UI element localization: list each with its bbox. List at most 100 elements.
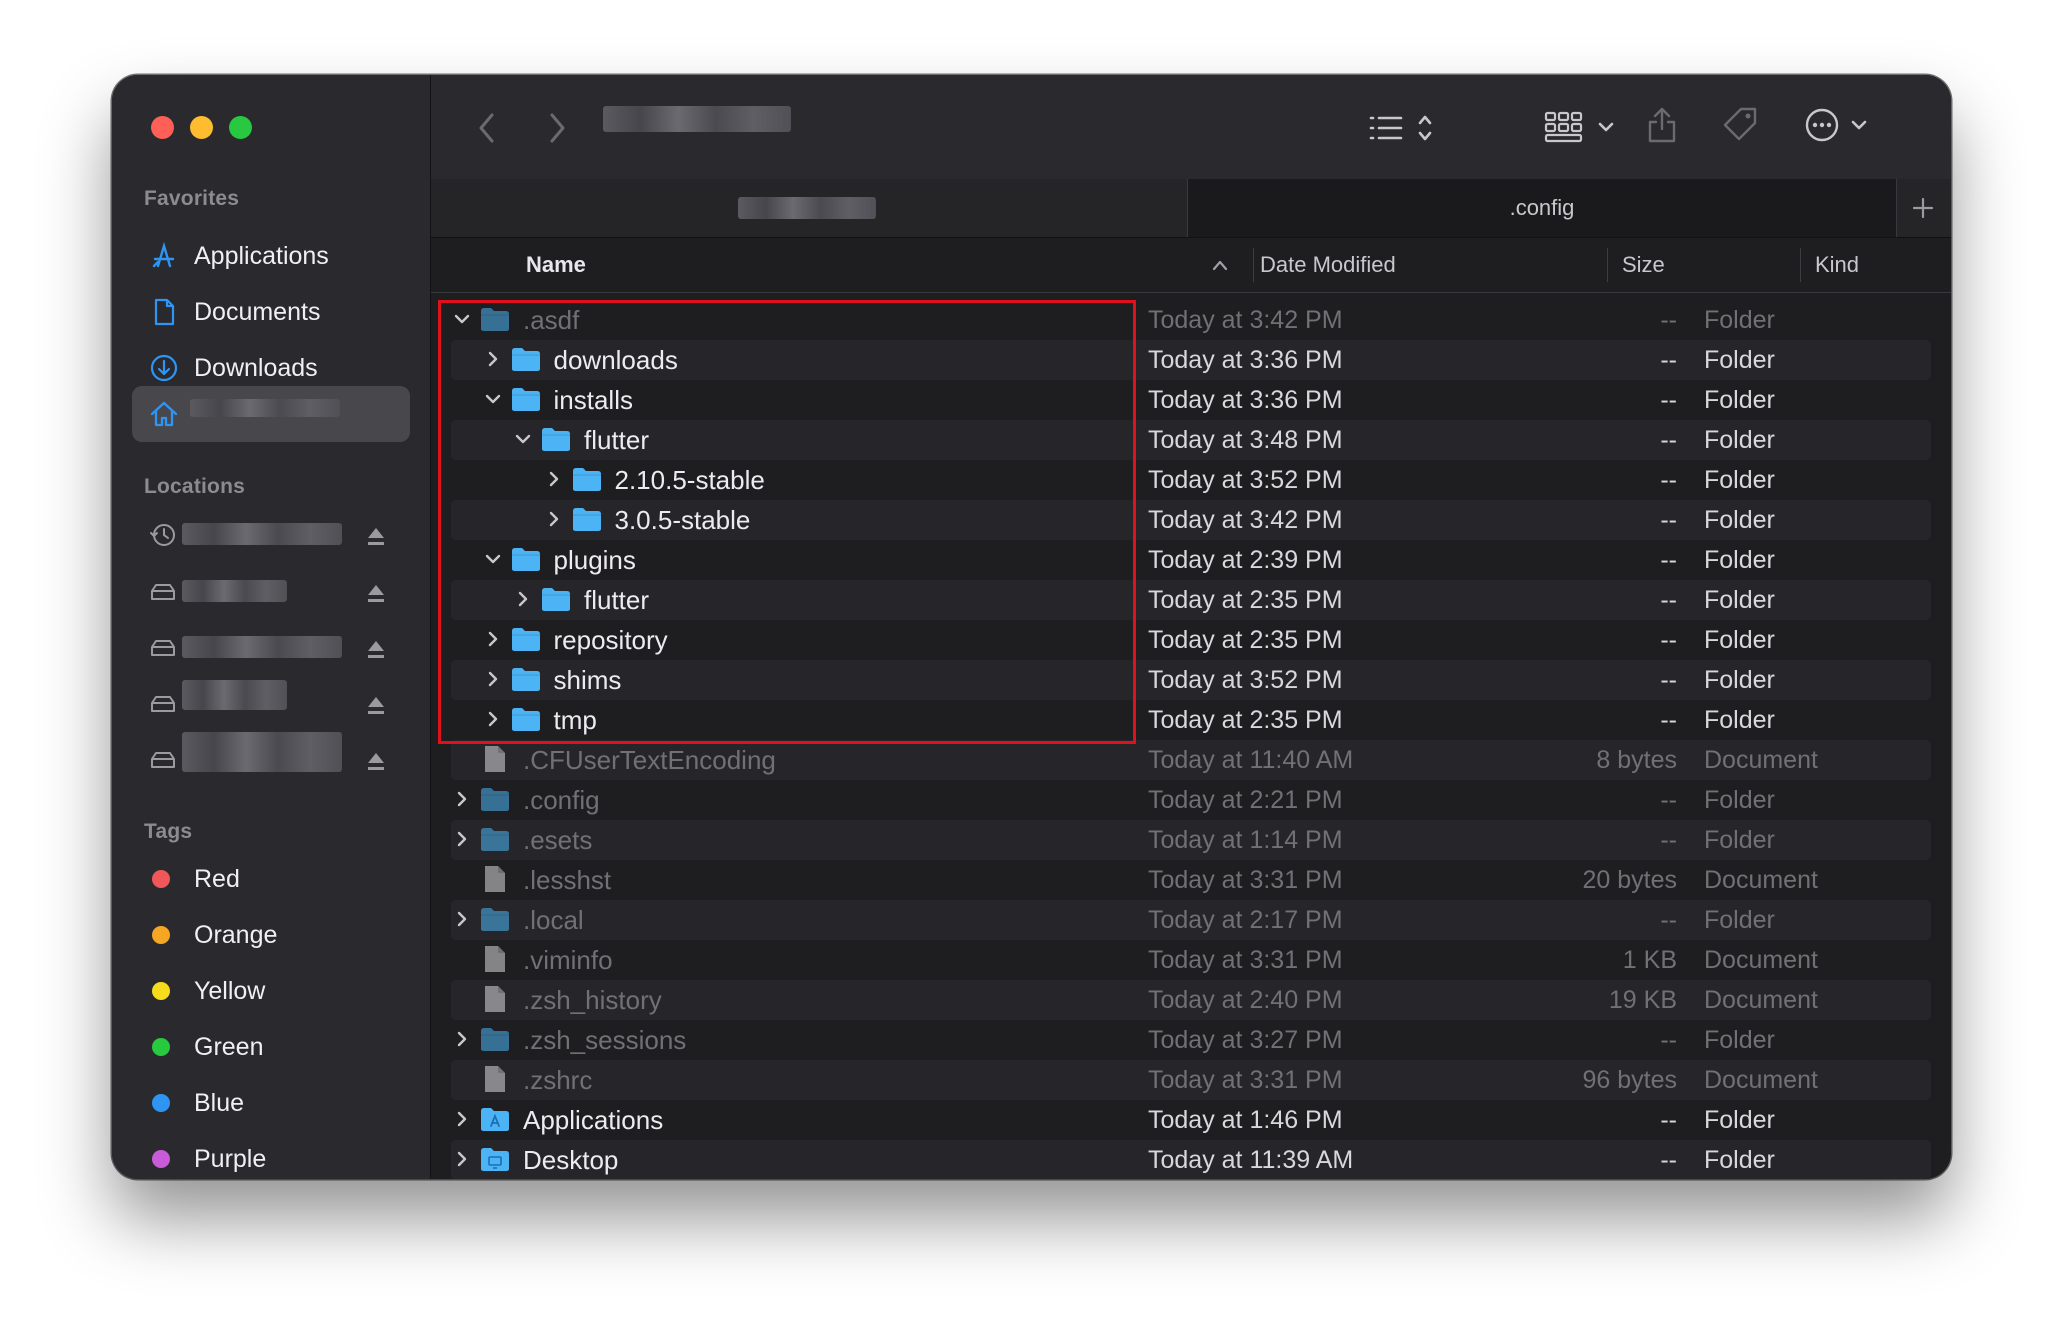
- file-row[interactable]: flutter Today at 3:48 PM -- Folder: [451, 420, 1931, 460]
- minimize-button[interactable]: [190, 116, 213, 139]
- file-name: .zsh_sessions: [523, 1025, 687, 1055]
- file-size: 1 KB: [1622, 946, 1677, 974]
- file-row[interactable]: .lesshst Today at 3:31 PM 20 bytes Document: [451, 860, 1931, 900]
- file-kind: Folder: [1704, 386, 1775, 414]
- tag-label: Blue: [194, 1088, 245, 1117]
- file-kind: Document: [1704, 986, 1818, 1014]
- eject-icon[interactable]: [365, 638, 387, 660]
- disclosure-expanded-icon[interactable]: [514, 430, 532, 448]
- column-divider[interactable]: [1607, 248, 1608, 282]
- eject-icon[interactable]: [365, 750, 387, 772]
- disclosure-collapsed-icon[interactable]: [484, 630, 502, 648]
- disclosure-collapsed-icon[interactable]: [453, 790, 471, 808]
- file-row[interactable]: .CFUserTextEncoding Today at 11:40 AM 8 by…: [451, 740, 1931, 780]
- file-row[interactable]: shims Today at 3:52 PM -- Folder: [451, 660, 1931, 700]
- tag-label: Purple: [194, 1144, 267, 1173]
- file-row[interactable]: .config Today at 2:21 PM -- Folder: [451, 780, 1931, 820]
- file-row[interactable]: plugins Today at 2:39 PM -- Folder: [451, 540, 1931, 580]
- sidebar-item-applications[interactable]: Applications: [132, 228, 410, 284]
- disclosure-collapsed-icon[interactable]: [453, 1150, 471, 1168]
- forward-icon[interactable]: [544, 111, 570, 145]
- file-row[interactable]: 2.10.5-stable Today at 3:52 PM -- Folder: [451, 460, 1931, 500]
- date-column-header[interactable]: Date Modified: [1260, 238, 1396, 292]
- tag-label: Orange: [194, 920, 278, 949]
- file-row[interactable]: repository Today at 2:35 PM -- Folder: [451, 620, 1931, 660]
- sidebar-tag-red[interactable]: Red: [132, 851, 410, 907]
- more-actions-icon[interactable]: [1803, 106, 1875, 144]
- file-size: --: [1660, 426, 1677, 454]
- disclosure-collapsed-icon[interactable]: [545, 470, 563, 488]
- disclosure-expanded-icon[interactable]: [484, 390, 502, 408]
- tab-home[interactable]: [431, 179, 1187, 237]
- new-tab-button[interactable]: [1895, 179, 1951, 237]
- file-row[interactable]: flutter Today at 2:35 PM -- Folder: [451, 580, 1931, 620]
- file-row[interactable]: 3.0.5-stable Today at 3:42 PM -- Folder: [451, 500, 1931, 540]
- disk-icon: [151, 696, 175, 712]
- file-name: Applications: [523, 1105, 664, 1135]
- disclosure-collapsed-icon[interactable]: [453, 1110, 471, 1128]
- name-column-header[interactable]: Name: [526, 238, 586, 292]
- disclosure-collapsed-icon[interactable]: [453, 830, 471, 848]
- file-name: .lesshst: [523, 865, 612, 895]
- sidebar-tag-purple[interactable]: Purple: [132, 1131, 410, 1179]
- folder-icon: [572, 465, 602, 493]
- file-row[interactable]: Applications Today at 1:46 PM -- Folder: [451, 1100, 1931, 1140]
- disclosure-collapsed-icon[interactable]: [484, 350, 502, 368]
- zoom-button[interactable]: [229, 116, 252, 139]
- eject-icon[interactable]: [365, 694, 387, 716]
- kind-column-header[interactable]: Kind: [1815, 238, 1859, 292]
- file-kind: Folder: [1704, 586, 1775, 614]
- list-view-icon[interactable]: [1367, 111, 1439, 145]
- desktop-folder-icon: [480, 1145, 510, 1173]
- disclosure-expanded-icon[interactable]: [484, 550, 502, 568]
- disclosure-expanded-icon[interactable]: [453, 310, 471, 328]
- file-row[interactable]: .viminfo Today at 3:31 PM 1 KB Document: [451, 940, 1931, 980]
- group-icon[interactable]: [1543, 109, 1619, 145]
- sidebar-tag-yellow[interactable]: Yellow: [132, 963, 410, 1019]
- disclosure-collapsed-icon[interactable]: [453, 910, 471, 928]
- file-row[interactable]: installs Today at 3:36 PM -- Folder: [451, 380, 1931, 420]
- file-row[interactable]: tmp Today at 2:35 PM -- Folder: [451, 700, 1931, 740]
- disclosure-collapsed-icon[interactable]: [453, 1030, 471, 1048]
- file-kind: Folder: [1704, 786, 1775, 814]
- file-row[interactable]: downloads Today at 3:36 PM -- Folder: [451, 340, 1931, 380]
- file-row[interactable]: .local Today at 2:17 PM -- Folder: [451, 900, 1931, 940]
- disclosure-collapsed-icon[interactable]: [484, 710, 502, 728]
- disclosure-collapsed-icon[interactable]: [545, 510, 563, 528]
- column-divider[interactable]: [1253, 248, 1254, 282]
- file-size: --: [1660, 906, 1677, 934]
- eject-icon[interactable]: [365, 525, 387, 547]
- file-size: 96 bytes: [1582, 1066, 1677, 1094]
- date-modified: Today at 3:48 PM: [1148, 426, 1343, 454]
- tab-config[interactable]: .config: [1187, 179, 1897, 237]
- size-column-header[interactable]: Size: [1622, 238, 1665, 292]
- file-row[interactable]: .zshrc Today at 3:31 PM 96 bytes Document: [451, 1060, 1931, 1100]
- sidebar-tag-orange[interactable]: Orange: [132, 907, 410, 963]
- disclosure-collapsed-icon[interactable]: [514, 590, 532, 608]
- file-row[interactable]: .zsh_history Today at 2:40 PM 19 KB Documen…: [451, 980, 1931, 1020]
- sidebar-item-home[interactable]: [132, 386, 410, 442]
- time-machine-icon: [150, 524, 175, 546]
- file-kind: Folder: [1704, 1106, 1775, 1134]
- file-row[interactable]: Desktop Today at 11:39 AM -- Folder: [451, 1140, 1931, 1179]
- file-kind: Folder: [1704, 706, 1775, 734]
- sidebar-tag-green[interactable]: Green: [132, 1019, 410, 1075]
- file-row[interactable]: .asdf Today at 3:42 PM -- Folder: [451, 300, 1931, 340]
- file-row[interactable]: .esets Today at 1:14 PM -- Folder: [451, 820, 1931, 860]
- sidebar-item-documents[interactable]: Documents: [132, 284, 410, 340]
- folder-icon: [541, 425, 571, 453]
- sort-ascending-icon[interactable]: [1211, 258, 1229, 272]
- close-button[interactable]: [151, 116, 174, 139]
- file-size: --: [1660, 1146, 1677, 1174]
- share-icon[interactable]: [1644, 105, 1680, 145]
- disclosure-collapsed-icon[interactable]: [484, 670, 502, 688]
- file-row[interactable]: .zsh_sessions Today at 3:27 PM -- Folder: [451, 1020, 1931, 1060]
- redacted-tab-label: [738, 197, 876, 219]
- back-icon[interactable]: [474, 111, 500, 145]
- sidebar-tag-blue[interactable]: Blue: [132, 1075, 410, 1131]
- eject-icon[interactable]: [365, 582, 387, 604]
- file-kind: Document: [1704, 746, 1818, 774]
- tag-icon[interactable]: [1721, 105, 1761, 145]
- finder-window: Favorites Applications Documents Downloa…: [112, 75, 1951, 1179]
- column-divider[interactable]: [1800, 248, 1801, 282]
